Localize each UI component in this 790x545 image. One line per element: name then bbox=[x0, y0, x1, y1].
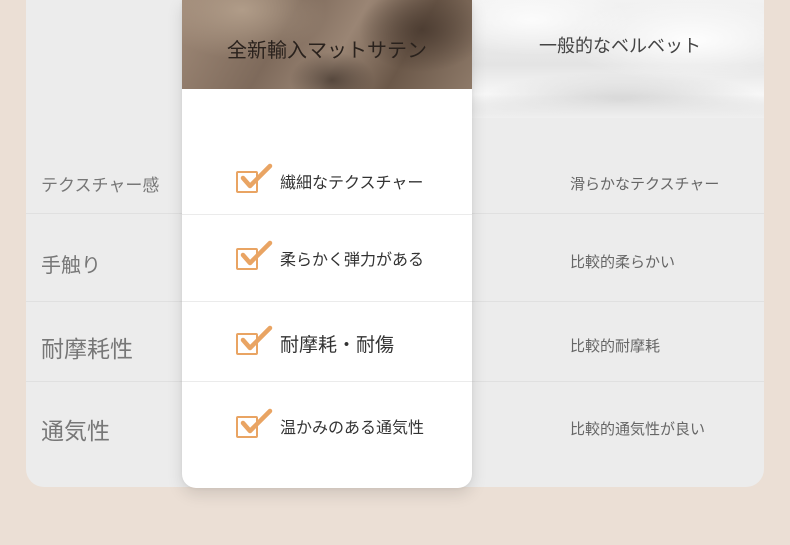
row-label-breathability: 通気性 bbox=[26, 408, 182, 450]
checkmark-icon bbox=[236, 240, 273, 272]
satin-cell-texture: 繊細なテクスチャー bbox=[236, 163, 424, 198]
satin-feature-text: 繊細なテクスチャー bbox=[280, 173, 424, 192]
row-label-texture: テクスチャー感 bbox=[26, 163, 182, 203]
velvet-cell-breathability: 比較的通気性が良い bbox=[570, 419, 706, 438]
row-divider bbox=[182, 381, 472, 382]
checkmark-icon bbox=[236, 325, 273, 357]
checkmark-icon bbox=[236, 408, 273, 440]
row-label-text: 通気性 bbox=[41, 419, 110, 445]
velvet-column-title: 一般的なベルベット bbox=[539, 36, 701, 57]
velvet-cell-abrasion: 比較的耐摩耗 bbox=[570, 336, 661, 355]
satin-cell-breathability: 温かみのある通気性 bbox=[236, 408, 425, 443]
satin-cell-touch: 柔らかく弾力がある bbox=[236, 240, 425, 275]
velvet-cell-touch: 比較的柔らかい bbox=[570, 252, 676, 271]
satin-feature-text: 温かみのある通気性 bbox=[280, 418, 425, 437]
comparison-table: テクスチャー感 手触り 耐摩耗性 通気性 一般的なベルベット 滑らかなテクスチャ… bbox=[0, 0, 790, 545]
row-label-touch: 手触り bbox=[26, 243, 182, 283]
row-divider bbox=[26, 301, 182, 302]
satin-column-title: 全新輸入マットサテン bbox=[227, 38, 427, 62]
row-label-text: 手触り bbox=[41, 252, 101, 277]
checkmark-icon bbox=[236, 163, 273, 195]
row-divider bbox=[182, 214, 472, 215]
row-divider bbox=[26, 213, 182, 214]
row-divider bbox=[472, 381, 764, 382]
row-divider bbox=[472, 301, 764, 302]
row-divider bbox=[26, 381, 182, 382]
row-label-abrasion: 耐摩耗性 bbox=[26, 326, 182, 368]
satin-column-card: 全新輸入マットサテン 繊細なテクスチャー 柔らかく弾力がある 耐摩耗・耐傷 温か… bbox=[182, 0, 472, 488]
satin-feature-text: 柔らかく弾力がある bbox=[280, 250, 425, 269]
velvet-cell-texture: 滑らかなテクスチャー bbox=[570, 174, 720, 193]
velvet-fabric-photo bbox=[472, 0, 764, 118]
row-label-text: テクスチャー感 bbox=[41, 175, 160, 196]
satin-cell-abrasion: 耐摩耗・耐傷 bbox=[236, 325, 394, 361]
row-divider bbox=[472, 213, 764, 214]
satin-feature-text: 耐摩耗・耐傷 bbox=[280, 333, 395, 356]
row-divider bbox=[182, 301, 472, 302]
row-label-text: 耐摩耗性 bbox=[41, 337, 133, 363]
